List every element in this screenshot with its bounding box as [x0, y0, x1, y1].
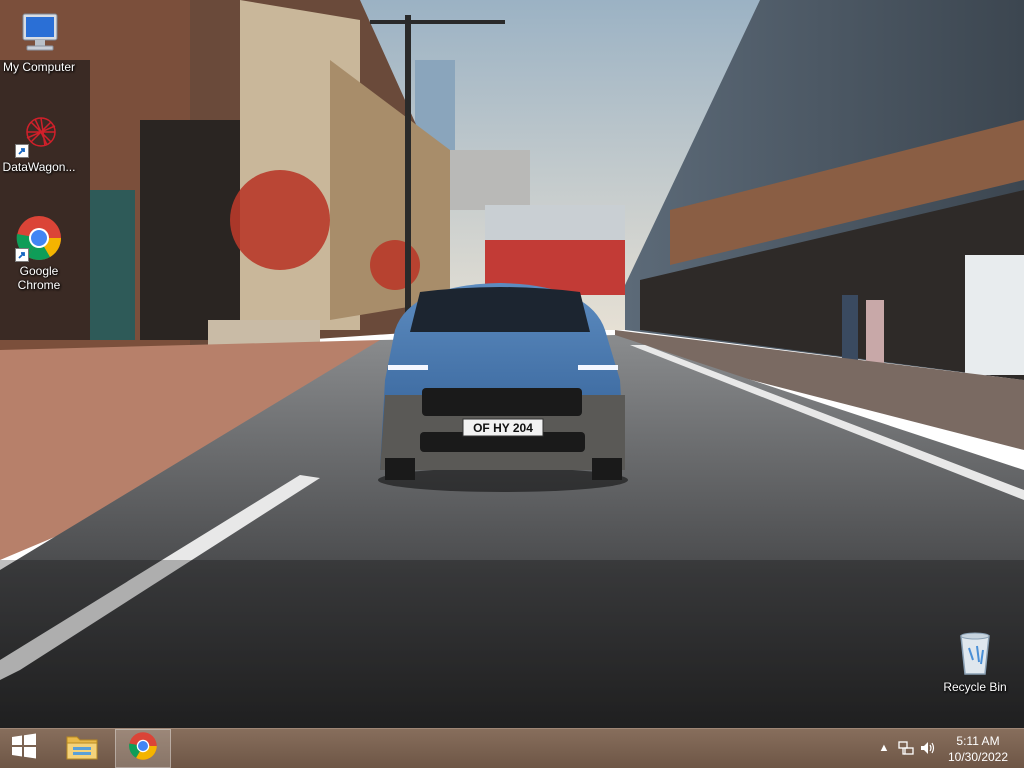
show-hidden-icons-icon[interactable]: ▲	[876, 740, 892, 756]
taskbar-chrome-button[interactable]	[115, 729, 171, 768]
start-button[interactable]	[0, 729, 48, 768]
desktop-icon-label: My Computer	[2, 60, 76, 74]
recycle-bin-icon	[951, 630, 999, 678]
volume-icon[interactable]	[920, 740, 936, 756]
desktop[interactable]: OF HY 204 My Computer DataWagon... Googl…	[0, 0, 1024, 728]
taskbar-file-explorer-button[interactable]	[54, 729, 110, 768]
license-plate-text: OF HY 204	[473, 421, 533, 435]
computer-icon	[15, 10, 63, 58]
desktop-icon-label: Recycle Bin	[943, 680, 1007, 694]
desktop-icon-my-computer[interactable]: My Computer	[1, 10, 77, 74]
clock-time: 5:11 AM	[956, 734, 1000, 748]
clock-date: 10/30/2022	[947, 750, 1009, 764]
clock[interactable]: 5:11 AM 10/30/2022	[938, 733, 1018, 765]
system-tray: ▲ 5:11 AM 10/30/2022	[864, 729, 1024, 768]
chrome-icon	[15, 214, 63, 262]
desktop-icon-datawagon[interactable]: DataWagon...	[1, 110, 77, 174]
network-icon[interactable]	[898, 740, 914, 756]
file-explorer-icon	[65, 731, 99, 766]
chrome-icon	[128, 731, 158, 766]
desktop-icon-google-chrome[interactable]: Google Chrome	[1, 214, 77, 292]
taskbar: ▲ 5:11 AM 10/30/2022	[0, 728, 1024, 768]
shortcut-arrow-icon	[15, 144, 29, 158]
windows-start-icon	[11, 733, 37, 764]
desktop-icon-recycle-bin[interactable]: Recycle Bin	[937, 630, 1013, 694]
shortcut-arrow-icon	[15, 248, 29, 262]
desktop-icon-label: DataWagon...	[2, 160, 76, 174]
datawagon-icon	[15, 110, 63, 158]
desktop-icon-label: Google Chrome	[17, 264, 61, 292]
wallpaper-image: OF HY 204	[0, 0, 1024, 728]
